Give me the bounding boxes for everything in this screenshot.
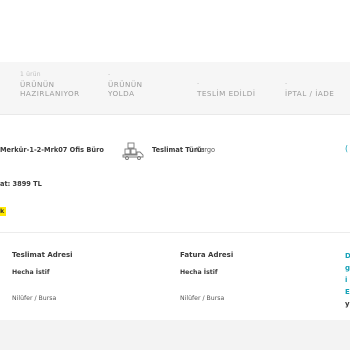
status-step-count: - [285,80,288,87]
side-link[interactable]: E [345,286,350,298]
status-step-label: TESLİM EDİLDİ [197,89,256,98]
status-step-label: İPTAL / İADE [285,89,335,98]
status-step-label: ÜRÜNÜN [108,80,143,89]
status-step-label: ÜRÜNÜN [20,80,55,89]
order-card: 1 ürün ÜRÜNÜN HAZIRLANIYOR - ÜRÜNÜN YOLD… [0,0,350,320]
edge-link[interactable]: ( [345,144,348,153]
order-info-row: Merkür-1-2-Mrk07 Ofis Büro Teslimat Türü… [0,140,350,164]
side-links: D g i E y [345,250,350,310]
order-status-bar: 1 ürün ÜRÜNÜN HAZIRLANIYOR - ÜRÜNÜN YOLD… [0,62,350,114]
status-step-label: HAZIRLANIYOR [20,89,80,98]
status-step-delivered[interactable]: - TESLİM EDİLDİ [197,79,255,98]
delivery-address-title: Teslimat Adresi [12,251,73,259]
delivery-address-city: Nilüfer / Bursa [12,295,57,302]
side-link[interactable]: y [345,298,350,310]
billing-address-city: Nilüfer / Bursa [180,295,225,302]
highlight-badge: k [0,207,7,216]
order-total: at: 3899 TL [0,180,42,188]
side-link[interactable]: D [345,250,350,262]
billing-address-name: Hecha İstif [180,269,218,276]
side-link[interactable]: g [345,262,350,274]
status-step-label: YOLDA [108,89,135,98]
side-link[interactable]: i [345,274,350,286]
status-step-preparing[interactable]: 1 ürün ÜRÜNÜN HAZIRLANIYOR [20,70,80,98]
status-step-cancel-return[interactable]: - İPTAL / İADE [285,79,334,98]
store-name[interactable]: Merkür-1-2-Mrk07 Ofis Büro [0,146,104,154]
status-step-on-the-way[interactable]: - ÜRÜNÜN YOLDA [108,70,143,98]
delivery-address-name: Hecha İstif [12,269,50,276]
status-step-count: - [108,71,111,78]
divider [0,114,350,115]
divider [0,232,350,233]
shipping-type-value: Kargo [196,146,216,154]
status-step-count: 1 ürün [20,71,41,78]
delivery-truck-icon [122,141,144,161]
billing-address-title: Fatura Adresi [180,251,234,259]
status-step-count: - [197,80,200,87]
